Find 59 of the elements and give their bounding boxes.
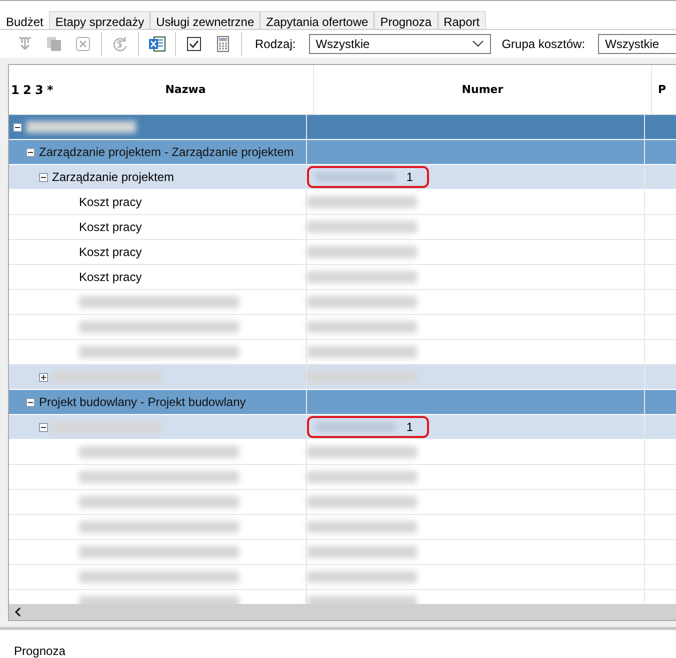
- group-row[interactable]: [9, 115, 676, 140]
- level-button[interactable]: *: [47, 82, 58, 96]
- table-row[interactable]: Koszt pracy: [9, 190, 676, 215]
- delete-icon: [74, 35, 92, 53]
- row-name: Projekt budowlany - Projekt budowlany: [39, 395, 246, 409]
- collapse-icon[interactable]: [13, 122, 22, 132]
- table-row[interactable]: [9, 515, 676, 540]
- table-row[interactable]: [9, 490, 676, 515]
- level-button[interactable]: 3: [35, 82, 46, 96]
- copy-icon: [45, 35, 63, 53]
- level-button[interactable]: 1: [11, 82, 22, 96]
- group-row[interactable]: Projekt budowlany - Projekt budowlany: [9, 390, 676, 415]
- spreadsheet-icon: [148, 35, 166, 53]
- scroll-left-icon[interactable]: [13, 607, 23, 617]
- collapse-icon[interactable]: [39, 172, 48, 182]
- table-row[interactable]: Koszt pracy: [9, 265, 676, 290]
- number-cell: 1: [307, 166, 429, 188]
- caret-icon: [472, 40, 484, 48]
- number-cell: 1: [307, 416, 429, 438]
- group-row[interactable]: Zarządzanie projektem - Zarządzanie projektem: [9, 140, 676, 165]
- table-row[interactable]: [9, 290, 676, 315]
- row-name: Zarządzanie projektem - Zarządzanie projektem: [39, 145, 294, 159]
- group-row[interactable]: 1: [9, 415, 676, 440]
- row-name: Koszt pracy: [79, 245, 142, 259]
- checkbox-icon: [185, 35, 203, 53]
- panel-title: Prognoza: [14, 644, 66, 658]
- table-row[interactable]: Koszt pracy: [9, 240, 676, 265]
- column-header[interactable]: P: [652, 65, 676, 114]
- collapse-icon[interactable]: [26, 398, 35, 406]
- table-row[interactable]: [9, 440, 676, 465]
- table-row[interactable]: Koszt pracy: [9, 215, 676, 240]
- row-name: Koszt pracy: [79, 270, 142, 284]
- down-arrow-icon: [16, 35, 34, 53]
- row-name: Zarządzanie projektem: [52, 170, 174, 184]
- table-row[interactable]: [9, 540, 676, 565]
- tab[interactable]: Prognoza: [374, 11, 438, 29]
- column-header[interactable]: Nazwa: [58, 65, 314, 114]
- group-row[interactable]: Zarządzanie projektem 1: [9, 165, 676, 190]
- level-button[interactable]: 2: [23, 82, 34, 96]
- expand-icon[interactable]: [39, 372, 48, 382]
- table-row[interactable]: [9, 565, 676, 590]
- filter-label: Rodzaj:: [255, 37, 296, 51]
- filter-label: Grupa kosztów:: [502, 37, 586, 51]
- filter-dropdown[interactable]: Wszystkie: [598, 34, 676, 54]
- row-name: Koszt pracy: [79, 195, 142, 209]
- filter-dropdown[interactable]: Wszystkie: [308, 34, 491, 54]
- collapse-icon[interactable]: [39, 422, 48, 432]
- dollar-refresh-icon: [111, 35, 129, 53]
- tab[interactable]: Zapytania ofertowe: [260, 11, 374, 29]
- tab[interactable]: Usługi zewnetrzne: [150, 11, 260, 29]
- tab[interactable]: Raport: [438, 11, 486, 29]
- table-row[interactable]: [9, 315, 676, 340]
- table-row[interactable]: [9, 465, 676, 490]
- column-header[interactable]: Numer: [314, 65, 652, 114]
- collapse-icon[interactable]: [26, 148, 35, 156]
- tab[interactable]: Etapy sprzedaży: [49, 11, 150, 29]
- horizontal-scrollbar[interactable]: [9, 604, 676, 620]
- row-name: Koszt pracy: [79, 220, 142, 234]
- calculator-icon: [214, 35, 232, 53]
